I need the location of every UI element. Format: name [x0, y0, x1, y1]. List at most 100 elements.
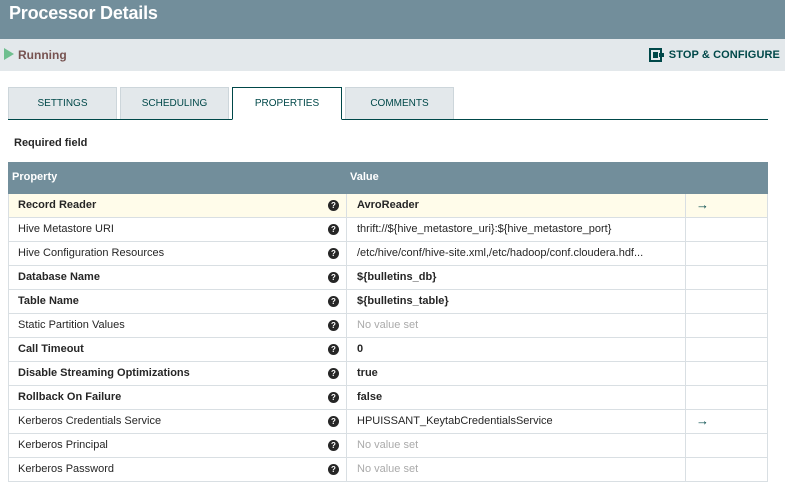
property-cell: Rollback On Failure?: [9, 386, 347, 409]
property-value: No value set: [357, 463, 419, 475]
help-icon[interactable]: ?: [328, 344, 339, 355]
dialog-title: Processor Details: [9, 3, 158, 23]
actions-cell: [686, 218, 767, 241]
property-name: Rollback On Failure: [18, 391, 122, 403]
help-icon[interactable]: ?: [328, 464, 339, 475]
actions-cell: [686, 434, 767, 457]
property-value: thrift://${hive_metastore_uri}:${hive_me…: [357, 223, 612, 235]
arrow-right-icon[interactable]: →: [696, 198, 709, 212]
stop-configure-icon: [648, 48, 664, 62]
property-value: ${bulletins_db}: [357, 271, 437, 283]
status-bar: Running STOP & CONFIGURE: [0, 39, 785, 71]
help-icon[interactable]: ?: [328, 440, 339, 451]
property-cell: Kerberos Credentials Service?: [9, 410, 347, 433]
table-row[interactable]: Record Reader? AvroReader →: [8, 194, 768, 218]
value-cell[interactable]: /etc/hive/conf/hive-site.xml,/etc/hadoop…: [348, 242, 686, 265]
property-value: AvroReader: [357, 199, 419, 211]
property-cell: Table Name?: [9, 290, 347, 313]
table-header: Property Value: [8, 162, 768, 194]
arrow-right-icon[interactable]: →: [696, 414, 709, 428]
property-cell: Kerberos Principal?: [9, 434, 347, 457]
table-row[interactable]: Kerberos Principal? No value set: [8, 434, 768, 458]
property-name: Kerberos Password: [18, 463, 114, 475]
value-cell[interactable]: 0: [348, 338, 686, 361]
property-value: true: [357, 367, 378, 379]
stop-configure-button[interactable]: STOP & CONFIGURE: [648, 46, 780, 64]
property-value: /etc/hive/conf/hive-site.xml,/etc/hadoop…: [357, 247, 644, 259]
value-cell[interactable]: false: [348, 386, 686, 409]
actions-cell: [686, 386, 767, 409]
actions-cell: [686, 362, 767, 385]
required-field-legend: Required field: [14, 137, 88, 149]
run-status-label: Running: [18, 48, 67, 62]
help-icon[interactable]: ?: [328, 416, 339, 427]
help-icon[interactable]: ?: [328, 272, 339, 283]
play-icon: [4, 48, 14, 60]
property-column-header: Property: [12, 171, 58, 183]
property-value: No value set: [357, 439, 419, 451]
property-cell: Hive Metastore URI?: [9, 218, 347, 241]
property-cell: Disable Streaming Optimizations?: [9, 362, 347, 385]
property-cell: Record Reader?: [9, 194, 347, 217]
property-name: Disable Streaming Optimizations: [18, 367, 190, 379]
value-column-header: Value: [350, 171, 379, 183]
property-name: Kerberos Principal: [18, 439, 108, 451]
help-icon[interactable]: ?: [328, 296, 339, 307]
dialog-header: Processor Details: [0, 0, 785, 39]
actions-cell: [686, 266, 767, 289]
table-row[interactable]: Database Name? ${bulletins_db}: [8, 266, 768, 290]
property-name: Static Partition Values: [18, 319, 125, 331]
table-row[interactable]: Table Name? ${bulletins_table}: [8, 290, 768, 314]
property-cell: Call Timeout?: [9, 338, 347, 361]
property-name: Table Name: [18, 295, 79, 307]
value-cell[interactable]: No value set: [348, 458, 686, 481]
property-name: Call Timeout: [18, 343, 84, 355]
property-value: No value set: [357, 319, 419, 331]
tab-settings[interactable]: SETTINGS: [8, 87, 117, 119]
table-row[interactable]: Call Timeout? 0: [8, 338, 768, 362]
table-row[interactable]: Hive Metastore URI? thrift://${hive_metas…: [8, 218, 768, 242]
help-icon[interactable]: ?: [328, 368, 339, 379]
actions-cell: [686, 458, 767, 481]
value-cell[interactable]: AvroReader: [348, 194, 686, 217]
value-cell[interactable]: ${bulletins_table}: [348, 290, 686, 313]
table-row[interactable]: Kerberos Credentials Service? HPUISSANT_K…: [8, 410, 768, 434]
property-value: ${bulletins_table}: [357, 295, 449, 307]
value-cell[interactable]: HPUISSANT_KeytabCredentialsService: [348, 410, 686, 433]
help-icon[interactable]: ?: [328, 248, 339, 259]
help-icon[interactable]: ?: [328, 224, 339, 235]
value-cell[interactable]: ${bulletins_db}: [348, 266, 686, 289]
help-icon[interactable]: ?: [328, 392, 339, 403]
tab-scheduling[interactable]: SCHEDULING: [120, 87, 229, 119]
property-name: Hive Metastore URI: [18, 223, 114, 235]
actions-cell: [686, 290, 767, 313]
table-row[interactable]: Hive Configuration Resources? /etc/hive/c…: [8, 242, 768, 266]
tab-properties[interactable]: PROPERTIES: [232, 87, 342, 120]
help-icon[interactable]: ?: [328, 320, 339, 331]
value-cell[interactable]: thrift://${hive_metastore_uri}:${hive_me…: [348, 218, 686, 241]
property-name: Kerberos Credentials Service: [18, 415, 162, 427]
table-row[interactable]: Rollback On Failure? false: [8, 386, 768, 410]
table-row[interactable]: Static Partition Values? No value set: [8, 314, 768, 338]
property-name: Hive Configuration Resources: [18, 247, 165, 259]
property-cell: Static Partition Values?: [9, 314, 347, 337]
property-value: false: [357, 391, 383, 403]
stop-configure-label: STOP & CONFIGURE: [668, 49, 780, 61]
table-row[interactable]: Disable Streaming Optimizations? true: [8, 362, 768, 386]
value-cell[interactable]: true: [348, 362, 686, 385]
property-cell: Hive Configuration Resources?: [9, 242, 347, 265]
table-row[interactable]: Kerberos Password? No value set: [8, 458, 768, 482]
properties-table: Property Value Record Reader? AvroReader →…: [8, 162, 768, 482]
help-icon[interactable]: ?: [328, 200, 339, 211]
actions-cell: →: [686, 410, 767, 433]
property-name: Record Reader: [18, 199, 97, 211]
property-cell: Database Name?: [9, 266, 347, 289]
actions-cell: →: [686, 194, 767, 217]
tab-comments[interactable]: COMMENTS: [345, 87, 454, 119]
property-value: 0: [357, 343, 364, 355]
value-cell[interactable]: No value set: [348, 434, 686, 457]
property-cell: Kerberos Password?: [9, 458, 347, 481]
actions-cell: [686, 242, 767, 265]
value-cell[interactable]: No value set: [348, 314, 686, 337]
property-value: HPUISSANT_KeytabCredentialsService: [357, 415, 553, 427]
